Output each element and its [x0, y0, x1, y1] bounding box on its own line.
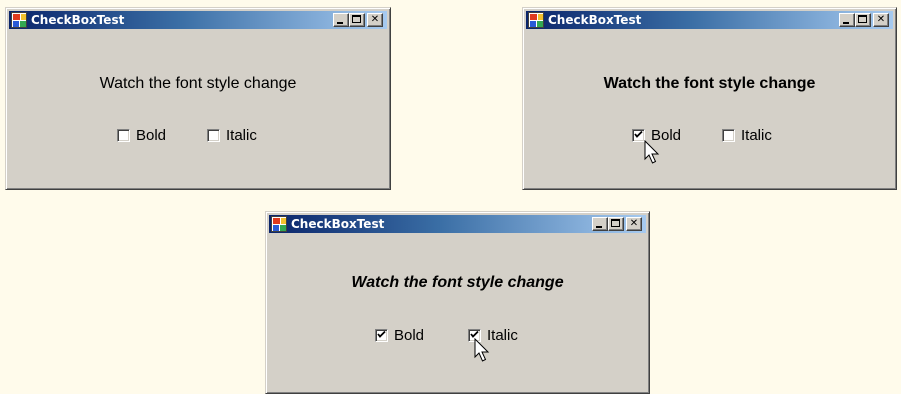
- checkboxtest-window-3: CheckBoxTest ✕ Watch the font style chan…: [265, 211, 650, 394]
- close-button[interactable]: ✕: [626, 217, 642, 231]
- bold-checkbox-label[interactable]: Bold: [136, 128, 166, 144]
- minimize-icon: [843, 22, 849, 24]
- minimize-button[interactable]: [839, 13, 855, 27]
- maximize-icon: [858, 15, 867, 23]
- italic-checkbox[interactable]: [207, 129, 220, 142]
- app-icon[interactable]: [11, 12, 27, 28]
- checkmark-icon: [634, 130, 643, 138]
- bold-checkbox-label[interactable]: Bold: [394, 328, 424, 344]
- window-title: CheckBoxTest: [291, 217, 385, 231]
- maximize-button[interactable]: [855, 13, 871, 27]
- minimize-icon: [596, 226, 602, 228]
- minimize-icon: [337, 22, 343, 24]
- close-button[interactable]: ✕: [367, 13, 383, 27]
- bold-checkbox[interactable]: [117, 129, 130, 142]
- app-icon[interactable]: [271, 216, 287, 232]
- font-style-label: Watch the font style change: [603, 75, 816, 92]
- checkboxtest-window-1: CheckBoxTest ✕ Watch the font style chan…: [5, 7, 391, 190]
- maximize-button[interactable]: [349, 13, 365, 27]
- app-icon[interactable]: [528, 12, 544, 28]
- title-bar[interactable]: CheckBoxTest ✕: [269, 215, 646, 233]
- checkmark-icon: [377, 330, 386, 338]
- close-button[interactable]: ✕: [873, 13, 889, 27]
- close-icon: ✕: [629, 218, 639, 229]
- font-style-label: Watch the font style change: [351, 274, 564, 291]
- italic-checkbox-label[interactable]: Italic: [741, 128, 772, 144]
- maximize-icon: [611, 219, 620, 227]
- window-title: CheckBoxTest: [31, 13, 125, 27]
- maximize-button[interactable]: [608, 217, 624, 231]
- close-icon: ✕: [876, 14, 886, 25]
- italic-checkbox-label[interactable]: Italic: [226, 128, 257, 144]
- italic-checkbox-label[interactable]: Italic: [487, 328, 518, 344]
- italic-checkbox[interactable]: [722, 129, 735, 142]
- close-icon: ✕: [370, 14, 380, 25]
- mouse-pointer-icon: [644, 140, 660, 164]
- minimize-button[interactable]: [592, 217, 608, 231]
- window-title: CheckBoxTest: [548, 13, 642, 27]
- font-style-label: Watch the font style change: [99, 75, 297, 92]
- maximize-icon: [352, 15, 361, 23]
- bold-checkbox[interactable]: [375, 329, 388, 342]
- title-bar[interactable]: CheckBoxTest ✕: [9, 11, 387, 29]
- title-bar[interactable]: CheckBoxTest ✕: [526, 11, 893, 29]
- checkboxtest-window-2: CheckBoxTest ✕ Watch the font style chan…: [522, 7, 897, 190]
- minimize-button[interactable]: [333, 13, 349, 27]
- mouse-pointer-icon: [474, 338, 490, 362]
